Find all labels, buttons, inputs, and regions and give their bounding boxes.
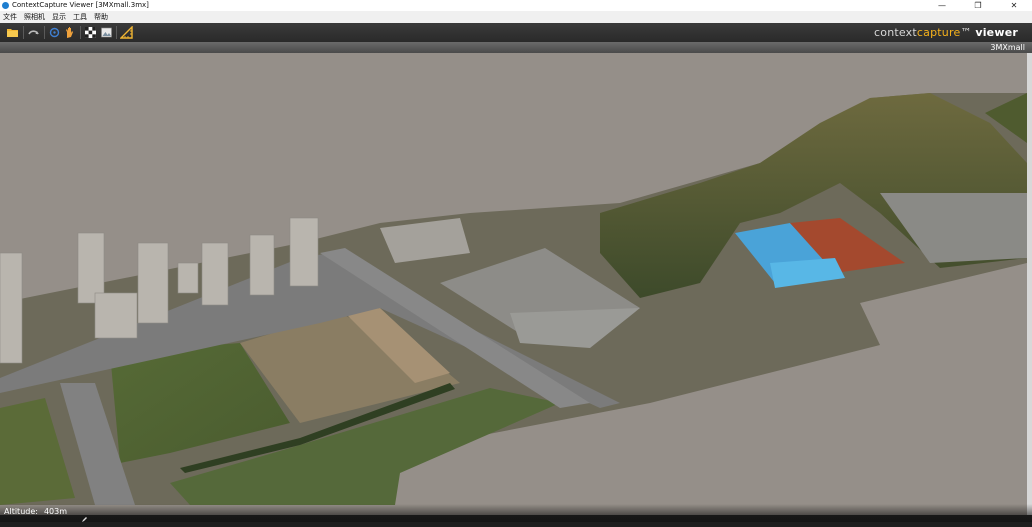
toolbar-separator	[44, 26, 45, 39]
title-bar: ContextCapture Viewer [3MXmall.3mx] — ❐ …	[0, 0, 1032, 11]
menu-bar: 文件 照相机 显示 工具 帮助	[0, 11, 1032, 23]
brand-tm: ™	[960, 26, 972, 39]
window-controls: — ❐ ✕	[924, 0, 1032, 11]
brand-highlight: capture	[916, 26, 961, 39]
orbit-icon[interactable]	[27, 26, 40, 39]
brand-suffix: viewer	[975, 26, 1018, 39]
altitude-label: Altitude:	[4, 507, 38, 516]
menu-file[interactable]: 文件	[0, 11, 21, 23]
hand-icon[interactable]	[63, 26, 76, 39]
toolbar-separator	[80, 26, 81, 39]
3d-viewport[interactable]	[0, 53, 1027, 515]
minimize-button[interactable]: —	[924, 0, 960, 11]
menu-display[interactable]: 显示	[49, 11, 70, 23]
terrain-scene	[0, 93, 1027, 505]
maximize-button[interactable]: ❐	[960, 0, 996, 11]
open-folder-icon[interactable]	[6, 26, 19, 39]
brand-logo: contextcapture™ viewer	[874, 26, 1018, 39]
brand-prefix: context	[874, 26, 917, 39]
toolbar-separator	[116, 26, 117, 39]
status-bar	[0, 504, 1032, 522]
close-button[interactable]: ✕	[996, 0, 1032, 11]
menu-tools[interactable]: 工具	[70, 11, 91, 23]
app-icon	[2, 2, 9, 9]
model-label: 3MXmall	[990, 43, 1025, 52]
pan-icon[interactable]	[48, 26, 61, 39]
photo-icon[interactable]	[100, 26, 113, 39]
toolbar-separator	[23, 26, 24, 39]
menu-help[interactable]: 帮助	[91, 11, 112, 23]
checker-icon[interactable]	[84, 26, 97, 39]
measure-icon[interactable]	[120, 26, 133, 39]
viewport-scrollbar[interactable]	[1027, 53, 1032, 515]
altitude-readout: Altitude: 403m	[4, 507, 67, 516]
menu-camera[interactable]: 照相机	[21, 11, 49, 23]
status-pencil-icon[interactable]	[81, 508, 88, 522]
window-title: ContextCapture Viewer [3MXmall.3mx]	[12, 1, 149, 9]
altitude-value: 403m	[43, 507, 68, 516]
toolbar: contextcapture™ viewer	[0, 23, 1032, 42]
viewport-header-strip	[0, 42, 1032, 53]
